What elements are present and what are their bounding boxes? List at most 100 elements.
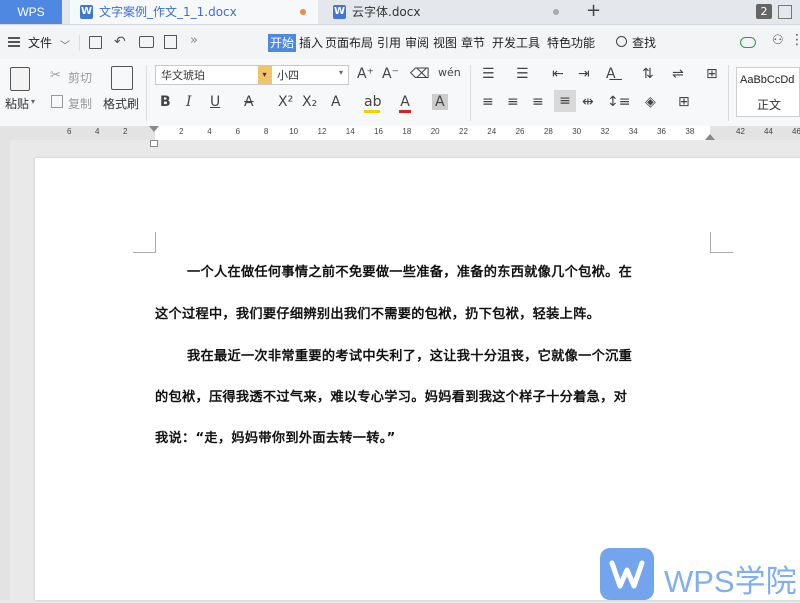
more-icon[interactable]: » bbox=[190, 33, 198, 48]
print-preview-icon[interactable] bbox=[164, 35, 177, 49]
share-user-icon[interactable]: ⚇ bbox=[772, 33, 784, 48]
chevron-down-icon[interactable]: ▾ bbox=[339, 68, 343, 77]
search-icon[interactable] bbox=[616, 36, 627, 47]
copy-icon[interactable] bbox=[51, 95, 63, 108]
scissors-icon[interactable]: ✂ bbox=[50, 68, 61, 83]
distribute-icon[interactable]: ⇹ bbox=[582, 94, 594, 110]
print-icon[interactable] bbox=[139, 36, 154, 48]
tab-view[interactable]: 视图 bbox=[433, 35, 457, 51]
char-shading-button[interactable]: A bbox=[432, 94, 448, 110]
cut-button[interactable]: 剪切 bbox=[68, 69, 92, 86]
horizontal-ruler[interactable]: 6 4 2 2 4 6 8 10 12 14 16 18 20 22 24 26 28 30 32 34 36 38 42 4… bbox=[0, 126, 800, 140]
style-preview-text: AaBbCcDd bbox=[740, 74, 795, 86]
underline-button[interactable]: U bbox=[210, 94, 220, 110]
tab-insert[interactable]: 插入 bbox=[299, 35, 323, 51]
unsaved-dot-icon[interactable] bbox=[300, 9, 306, 15]
ruler-tick-label: 28 bbox=[543, 127, 553, 136]
align-left-icon[interactable]: ≡ bbox=[482, 94, 494, 110]
table-icon[interactable]: ⊞ bbox=[706, 66, 718, 82]
window-count-badge[interactable]: 2 bbox=[756, 4, 772, 19]
file-menu[interactable]: 文件 bbox=[28, 35, 52, 51]
tab-chapter[interactable]: 章节 bbox=[461, 35, 485, 51]
format-painter-icon[interactable] bbox=[111, 66, 133, 90]
paragraph-line[interactable]: 的包袱，压得我透不过气来，难以专心学习。妈妈看到我这个样子十分着急，对 bbox=[155, 377, 715, 418]
paragraph-line[interactable]: 我在最近一次非常重要的考试中失利了，这让我十分沮丧，它就像一个沉重 bbox=[187, 336, 727, 377]
paragraph-line[interactable]: 我说：“走，妈妈带你到外面去转一转。” bbox=[155, 418, 715, 459]
margin-mark-top-right bbox=[710, 232, 733, 253]
paragraph-line[interactable]: 这个过程中，我们要仔细辨别出我们不需要的包袱，扔下包袱，轻装上阵。 bbox=[155, 294, 715, 335]
line-spacing-icon[interactable]: ↕≡ bbox=[607, 94, 630, 110]
ruler-tick-label: 46 bbox=[792, 127, 800, 136]
undo-redo-icon[interactable]: ↶ bbox=[114, 34, 126, 50]
save-icon[interactable] bbox=[89, 36, 102, 49]
tab-references[interactable]: 引用 bbox=[377, 35, 401, 51]
word-doc-icon: W bbox=[333, 5, 346, 19]
hanging-indent-marker-icon[interactable] bbox=[150, 140, 158, 147]
ruler-tick-label: 10 bbox=[289, 127, 299, 136]
watermark-text: WPS学院 bbox=[664, 564, 797, 599]
italic-button[interactable]: I bbox=[186, 94, 192, 110]
ruler-tick-label: 4 bbox=[207, 127, 212, 136]
tab-developer[interactable]: 开发工具 bbox=[492, 35, 540, 51]
shading-icon[interactable]: ◈ bbox=[645, 94, 656, 110]
tab-page-layout[interactable]: 页面布局 bbox=[325, 35, 373, 51]
bullets-icon[interactable]: ☰ bbox=[482, 66, 495, 82]
right-indent-marker-icon[interactable] bbox=[705, 134, 715, 140]
chinese-layout-icon[interactable]: A͟ bbox=[606, 66, 616, 82]
show-marks-icon[interactable]: ⇌ bbox=[672, 66, 684, 82]
window-icon[interactable] bbox=[778, 5, 792, 19]
hamburger-icon[interactable] bbox=[8, 37, 20, 47]
tab-document-1[interactable]: W 文字案例_作文_1_1.docx bbox=[70, 0, 318, 24]
justify-icon[interactable]: ≡ bbox=[554, 90, 576, 112]
style-normal[interactable]: AaBbCcDd 正文 bbox=[736, 67, 800, 117]
copy-button[interactable]: 复制 bbox=[68, 95, 92, 112]
title-tab-bar: WPS W 文字案例_作文_1_1.docx W 云字体.docx + 2 bbox=[0, 0, 800, 25]
bold-button[interactable]: B bbox=[160, 94, 171, 110]
style-name-label: 正文 bbox=[757, 98, 782, 112]
shrink-font-icon[interactable]: A⁻ bbox=[382, 66, 399, 82]
grow-font-icon[interactable]: A⁺ bbox=[357, 66, 374, 82]
chevron-down-icon[interactable]: ﹀ bbox=[60, 37, 70, 52]
align-center-icon[interactable]: ≡ bbox=[507, 94, 519, 110]
wps-academy-logo-icon bbox=[600, 548, 654, 600]
strikethrough-button[interactable]: A bbox=[244, 94, 254, 110]
text-effect-button[interactable]: A bbox=[331, 94, 341, 110]
tab-special-features[interactable]: 特色功能 bbox=[547, 35, 595, 51]
format-painter-button[interactable]: 格式刷 bbox=[103, 95, 139, 112]
wps-home-tab[interactable]: WPS bbox=[0, 0, 62, 24]
cloud-sync-icon[interactable] bbox=[740, 37, 756, 48]
paragraph-line[interactable]: 一个人在做任何事情之前不免要做一些准备，准备的东西就像几个包袱。在 bbox=[187, 252, 727, 293]
ruler-tick-label: 30 bbox=[572, 127, 582, 136]
align-right-icon[interactable]: ≡ bbox=[532, 94, 544, 110]
font-color-button[interactable]: A bbox=[399, 94, 411, 113]
superscript-button[interactable]: X² bbox=[278, 94, 293, 110]
vertical-ruler[interactable] bbox=[0, 140, 10, 600]
decrease-indent-icon[interactable]: ⇤ bbox=[552, 66, 564, 82]
chevron-down-icon[interactable]: ▾ bbox=[31, 97, 35, 106]
tab-document-2[interactable]: W 云字体.docx bbox=[321, 0, 569, 24]
tab-review[interactable]: 审阅 bbox=[405, 35, 429, 51]
sort-icon[interactable]: ⇅ bbox=[642, 66, 654, 82]
more-options-icon[interactable]: ⋮ bbox=[790, 32, 800, 48]
search-label[interactable]: 查找 bbox=[632, 35, 656, 51]
new-tab-button[interactable]: + bbox=[586, 0, 601, 22]
numbering-icon[interactable]: ☰ bbox=[516, 66, 529, 82]
borders-icon[interactable]: ⊞ bbox=[678, 94, 690, 110]
paste-button[interactable]: 粘贴 bbox=[5, 95, 29, 112]
tab-dot-icon[interactable] bbox=[553, 9, 559, 15]
increase-indent-icon[interactable]: ⇥ bbox=[578, 66, 590, 82]
phonetic-guide-icon[interactable]: wén bbox=[438, 65, 461, 81]
ruler-tick-label: 8 bbox=[263, 127, 269, 136]
tab-home[interactable]: 开始 bbox=[268, 34, 297, 52]
highlight-button[interactable]: ab bbox=[364, 94, 381, 113]
clear-format-icon[interactable]: ⌫ bbox=[410, 66, 430, 82]
font-name-select[interactable]: 华文琥珀 bbox=[155, 65, 272, 85]
ruler-tick-label: 32 bbox=[600, 127, 610, 136]
paste-icon[interactable] bbox=[10, 67, 30, 91]
menu-bar: 文件 ﹀ ↶ » 开始 插入 页面布局 引用 审阅 视图 章节 开发工具 特色功… bbox=[0, 25, 800, 59]
chevron-down-icon[interactable]: ▾ bbox=[258, 66, 271, 84]
ruler-tick-label: 2 bbox=[179, 127, 184, 136]
font-size-select[interactable]: 小四 bbox=[271, 65, 349, 85]
subscript-button[interactable]: X₂ bbox=[302, 94, 317, 110]
indent-marker-icon[interactable] bbox=[149, 126, 159, 132]
